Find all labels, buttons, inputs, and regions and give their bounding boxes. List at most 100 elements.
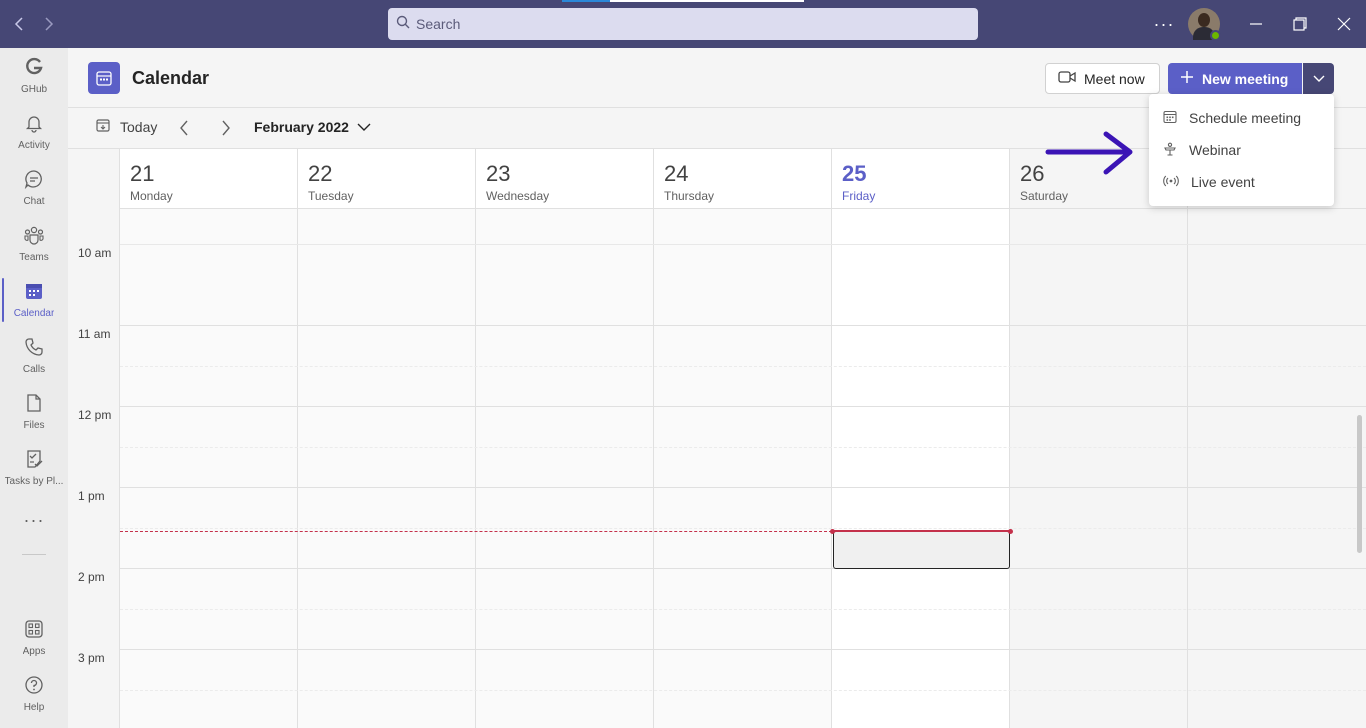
search-icon	[396, 15, 410, 34]
minimize-icon[interactable]	[1244, 12, 1268, 36]
page-title: Calendar	[132, 68, 210, 88]
current-time-dot	[1008, 529, 1013, 534]
rail-item-calls[interactable]: Calls	[0, 328, 68, 384]
time-label: 1 pm	[78, 489, 105, 503]
month-picker[interactable]: February 2022	[254, 119, 371, 135]
app-rail: GHub Activity Chat Teams Calendar Calls …	[0, 48, 68, 728]
next-week-button[interactable]	[216, 118, 236, 138]
today-label: Today	[120, 118, 158, 135]
day-number: 24	[664, 161, 689, 186]
more-options-icon[interactable]: ···	[1152, 12, 1176, 36]
day-number: 22	[308, 161, 333, 186]
meet-now-label: Meet now	[1084, 70, 1145, 87]
previous-week-button[interactable]	[174, 118, 194, 138]
calendar-grid-icon	[1163, 110, 1177, 127]
menu-item-webinar[interactable]: Webinar	[1149, 134, 1334, 166]
chevron-down-icon	[357, 123, 371, 131]
rail-item-activity[interactable]: Activity	[0, 104, 68, 160]
rail-item-teams[interactable]: Teams	[0, 216, 68, 272]
rail-item-tasks[interactable]: Tasks by Pl...	[0, 440, 68, 496]
calendar-app-icon	[88, 62, 120, 94]
day-number: 21	[130, 161, 155, 186]
day-column-wednesday[interactable]: 23 Wednesday	[476, 149, 654, 728]
rail-label: Help	[23, 702, 45, 713]
close-icon[interactable]	[1332, 12, 1356, 36]
day-number: 23	[486, 161, 511, 186]
current-time-dot	[830, 529, 835, 534]
search-placeholder: Search	[416, 16, 461, 32]
new-meeting-label: New meeting	[1202, 70, 1289, 87]
calendar-today-icon	[96, 118, 110, 135]
rail-item-chat[interactable]: Chat	[0, 160, 68, 216]
today-button[interactable]: Today	[96, 118, 157, 135]
broadcast-icon	[1163, 174, 1179, 191]
rail-label: Apps	[22, 646, 46, 657]
time-gutter	[68, 149, 120, 728]
rail-label: Files	[23, 420, 45, 431]
tasks-icon	[24, 449, 44, 474]
rail-item-github[interactable]: GHub	[0, 48, 68, 104]
day-number: 25	[842, 161, 867, 186]
day-column-thursday[interactable]: 24 Thursday	[654, 149, 832, 728]
time-label: 10 am	[78, 246, 112, 260]
back-icon[interactable]	[10, 14, 30, 34]
restore-icon[interactable]	[1288, 12, 1312, 36]
week-grid: 21 Monday 22 Tuesday 23 Wednesday 24 Thu…	[68, 148, 1366, 728]
rail-divider	[22, 554, 46, 555]
rail-item-help[interactable]: Help	[0, 666, 68, 722]
teams-icon	[23, 225, 45, 250]
menu-item-label: Live event	[1191, 174, 1255, 190]
rail-label: Calls	[22, 364, 46, 375]
meet-now-button[interactable]: Meet now	[1045, 63, 1160, 94]
day-name: Thursday	[664, 189, 715, 203]
selected-time-slot[interactable]	[833, 531, 1010, 569]
menu-item-schedule-meeting[interactable]: Schedule meeting	[1149, 102, 1334, 134]
day-column-saturday[interactable]: 26 Saturday	[1010, 149, 1188, 728]
rail-more-apps[interactable]: ···	[0, 496, 68, 544]
phone-icon	[24, 337, 44, 362]
day-name: Tuesday	[308, 189, 354, 203]
day-header: 24 Thursday	[654, 149, 831, 209]
chat-icon	[24, 169, 44, 194]
menu-item-label: Webinar	[1189, 142, 1241, 158]
new-meeting-dropdown-button[interactable]	[1303, 63, 1334, 94]
forward-icon[interactable]	[38, 14, 58, 34]
rail-item-apps[interactable]: Apps	[0, 610, 68, 666]
podium-icon	[1163, 142, 1177, 159]
rail-label: Calendar	[13, 308, 55, 319]
day-header: 23 Wednesday	[476, 149, 653, 209]
time-label: 3 pm	[78, 651, 105, 665]
rail-item-files[interactable]: Files	[0, 384, 68, 440]
more-horizontal-icon: ···	[23, 509, 45, 530]
github-icon	[24, 57, 44, 82]
rail-item-calendar[interactable]: Calendar	[0, 272, 68, 328]
loading-indicator	[562, 0, 804, 2]
rail-label: Chat	[23, 196, 45, 207]
month-label: February 2022	[254, 119, 349, 135]
rail-label: Teams	[19, 252, 49, 263]
avatar[interactable]	[1188, 8, 1221, 41]
menu-item-label: Schedule meeting	[1189, 110, 1302, 126]
menu-item-live-event[interactable]: Live event	[1149, 166, 1334, 198]
day-column-monday[interactable]: 21 Monday	[120, 149, 298, 728]
file-icon	[24, 393, 44, 418]
new-meeting-button[interactable]: New meeting	[1168, 63, 1302, 94]
day-column-tuesday[interactable]: 22 Tuesday	[298, 149, 476, 728]
day-header: 21 Monday	[120, 149, 297, 209]
day-name: Friday	[842, 189, 876, 203]
day-name: Wednesday	[486, 189, 550, 203]
time-label: 2 pm	[78, 570, 105, 584]
bell-icon	[24, 113, 44, 138]
day-header: 25 Friday	[832, 149, 1009, 209]
search-input[interactable]: Search	[388, 8, 978, 40]
vertical-scrollbar[interactable]	[1357, 415, 1362, 553]
rail-label: Activity	[18, 140, 50, 151]
day-column-friday-today[interactable]: 25 Friday	[832, 149, 1010, 728]
chevron-down-icon	[1313, 70, 1325, 88]
day-name: Monday	[130, 189, 173, 203]
day-column-sunday[interactable]	[1188, 149, 1366, 728]
current-time-line-today	[832, 530, 1010, 532]
apps-icon	[24, 619, 44, 644]
status-available-icon	[1210, 30, 1221, 41]
rail-label: Tasks by Pl...	[4, 476, 64, 487]
